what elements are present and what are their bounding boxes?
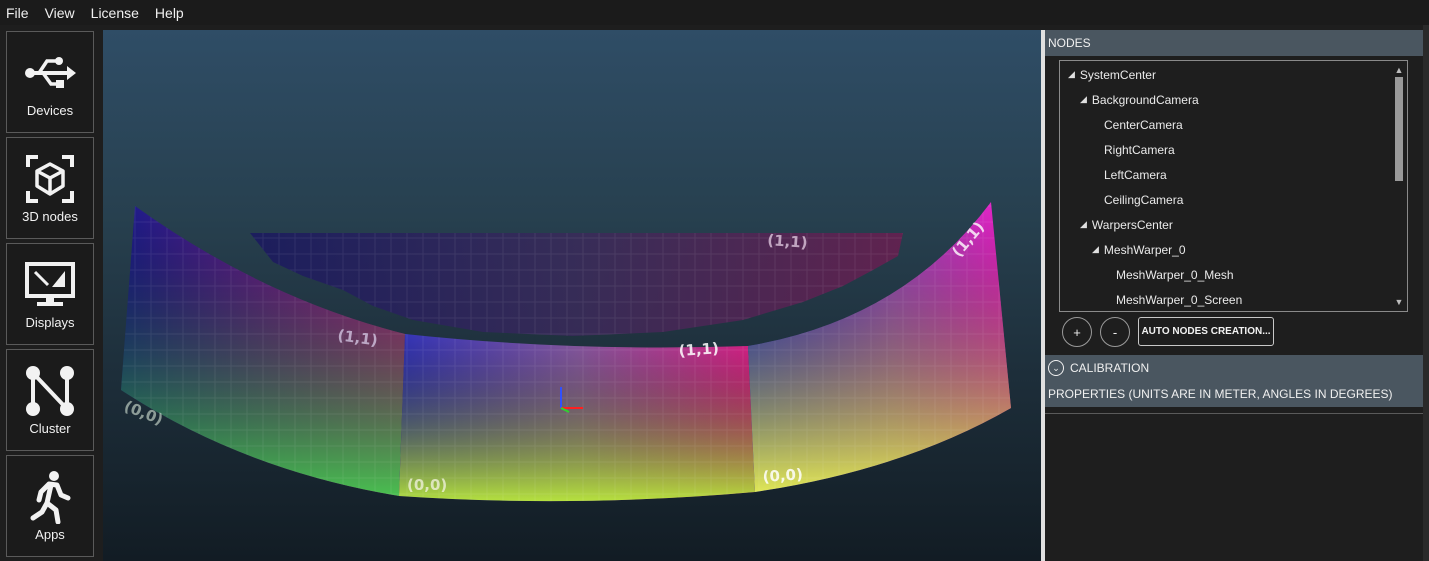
nav-devices-label: Devices <box>26 103 74 118</box>
uv-label-ceiling: (1,1) <box>767 231 808 252</box>
tree-item-rightcamera[interactable]: RightCamera <box>1104 137 1175 162</box>
window-scrollbar[interactable] <box>1423 25 1429 561</box>
nav-cluster-button[interactable]: Cluster <box>6 349 94 451</box>
nav-displays-button[interactable]: Displays <box>6 243 94 345</box>
tree-item-meshwarper-0[interactable]: ◢ MeshWarper_0 <box>1092 237 1186 262</box>
calibration-label: CALIBRATION <box>1070 361 1150 375</box>
tree-item-leftcamera[interactable]: LeftCamera <box>1104 162 1167 187</box>
right-panel: NODES ◢ SystemCenter ◢ BackgroundCamera … <box>1045 30 1423 561</box>
center-screen-mesh <box>399 334 755 502</box>
properties-divider <box>1045 413 1423 414</box>
tree-item-warperscenter[interactable]: ◢ WarpersCenter <box>1080 212 1173 237</box>
menu-bar: File View License Help <box>0 0 1429 25</box>
display-icon <box>23 258 77 312</box>
tree-item-meshwarper-0-screen[interactable]: MeshWarper_0_Screen <box>1116 287 1242 311</box>
menu-view[interactable]: View <box>45 5 75 21</box>
nav-apps-button[interactable]: Apps <box>6 455 94 557</box>
tree-item-backgroundcamera[interactable]: ◢ BackgroundCamera <box>1080 87 1199 112</box>
scroll-down-icon[interactable]: ▼ <box>1391 295 1407 309</box>
nodes-header: NODES <box>1045 30 1423 56</box>
uv-label-center-bottom: (0,0) <box>407 476 447 494</box>
walking-person-icon <box>23 470 77 524</box>
expand-triangle-icon[interactable]: ◢ <box>1068 69 1075 80</box>
nav-3d-nodes-button[interactable]: 3D nodes <box>6 137 94 239</box>
scrollbar-thumb[interactable] <box>1395 77 1403 181</box>
expand-triangle-icon[interactable]: ◢ <box>1092 244 1099 255</box>
properties-header: PROPERTIES (UNITS ARE IN METER, ANGLES I… <box>1045 381 1423 407</box>
tree-item-centercamera[interactable]: CenterCamera <box>1104 112 1183 137</box>
usb-icon <box>23 46 77 100</box>
expand-triangle-icon[interactable]: ◢ <box>1080 219 1087 230</box>
uv-label-center-top: (1,1) <box>678 339 719 360</box>
nav-devices-button[interactable]: Devices <box>6 31 94 133</box>
chevron-down-icon[interactable]: ⌄ <box>1048 360 1064 376</box>
nav-3d-nodes-label: 3D nodes <box>22 209 78 224</box>
menu-license[interactable]: License <box>91 5 139 21</box>
calibration-section-header[interactable]: ⌄ CALIBRATION <box>1045 355 1423 381</box>
nav-sidebar: Devices 3D nodes Displays Cluster Apps <box>0 25 100 561</box>
scroll-up-icon[interactable]: ▲ <box>1391 63 1407 77</box>
nodes-tree[interactable]: ◢ SystemCenter ◢ BackgroundCamera Center… <box>1059 60 1408 312</box>
tree-item-meshwarper-0-mesh[interactable]: MeshWarper_0_Mesh <box>1116 262 1234 287</box>
cube-icon <box>23 152 77 206</box>
auto-nodes-creation-button[interactable]: AUTO NODES CREATION... <box>1138 317 1274 346</box>
nav-displays-label: Displays <box>25 315 75 330</box>
expand-triangle-icon[interactable]: ◢ <box>1080 94 1087 105</box>
3d-viewport[interactable]: (1,1) (1,1) (1,1) (1,1) (0,0) (0,0) (0,0… <box>103 30 1041 561</box>
nav-cluster-label: Cluster <box>29 421 71 436</box>
cluster-icon <box>23 364 77 418</box>
tree-item-systemcenter[interactable]: ◢ SystemCenter <box>1068 62 1156 87</box>
tree-item-ceilingcamera[interactable]: CeilingCamera <box>1104 187 1183 212</box>
remove-node-button[interactable]: - <box>1100 317 1130 347</box>
menu-file[interactable]: File <box>6 5 29 21</box>
tree-scrollbar[interactable]: ▲ ▼ <box>1391 61 1407 311</box>
add-node-button[interactable]: + <box>1062 317 1092 347</box>
menu-help[interactable]: Help <box>155 5 184 21</box>
uv-label-right-bottom: (0,0) <box>762 465 803 486</box>
nav-apps-label: Apps <box>35 527 65 542</box>
